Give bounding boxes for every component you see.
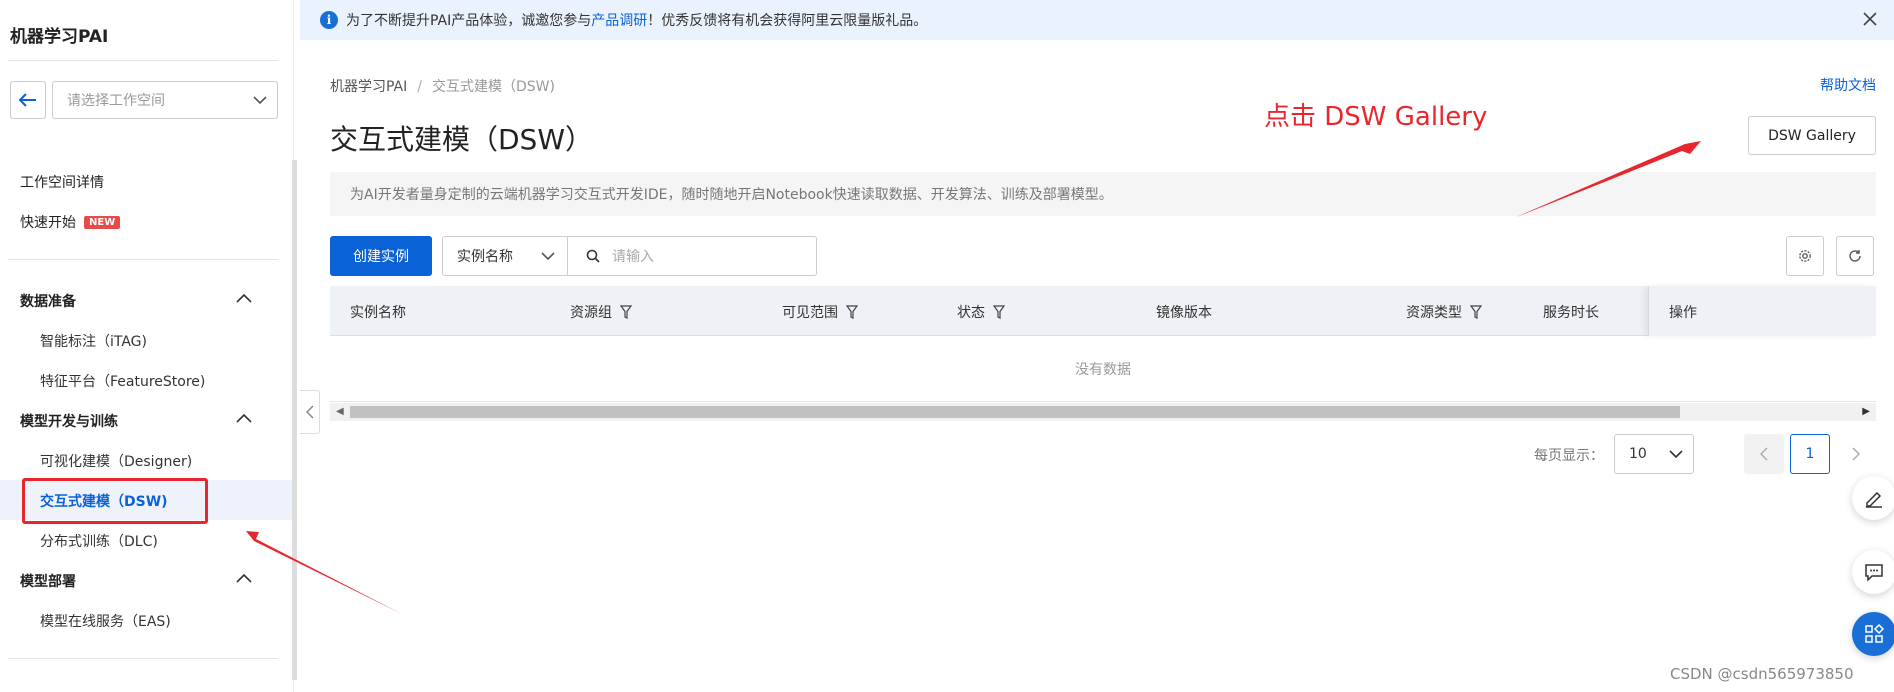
create-instance-button[interactable]: 创建实例: [330, 236, 432, 276]
filter-field-value: 实例名称: [457, 249, 513, 265]
page-title: 交互式建模（DSW）: [330, 123, 594, 156]
column-header-visibility[interactable]: 可见范围: [782, 302, 858, 322]
column-header-actions: 操作: [1669, 302, 1697, 322]
chevron-right-icon: [1852, 447, 1860, 461]
chat-float-button[interactable]: [1852, 550, 1894, 594]
annotation-text: 点击 DSW Gallery: [1264, 102, 1488, 132]
chevron-down-icon: [253, 96, 267, 104]
workspace-placeholder: 请选择工作空间: [67, 93, 165, 109]
sidebar-title: 机器学习PAI: [10, 27, 109, 47]
dsw-gallery-button[interactable]: DSW Gallery: [1748, 116, 1876, 155]
sidebar-group-deploy[interactable]: 模型部署: [20, 571, 76, 591]
sidebar-item-workspace-details[interactable]: 工作空间详情: [20, 172, 104, 192]
column-header-resource-group[interactable]: 资源组: [570, 302, 632, 322]
edit-float-button[interactable]: [1852, 476, 1894, 520]
chevron-up-icon[interactable]: [236, 573, 252, 583]
horizontal-scrollbar[interactable]: ◀ ▶: [330, 403, 1876, 421]
search-icon: [586, 249, 600, 263]
table-empty-state: 没有数据: [330, 336, 1876, 402]
column-label: 服务时长: [1543, 305, 1599, 321]
back-button[interactable]: [10, 81, 46, 119]
chevron-left-icon: [1760, 447, 1768, 461]
chevron-up-icon[interactable]: [236, 293, 252, 303]
notice-text-suffix: ！优秀反馈将有机会获得阿里云限量版礼品。: [647, 13, 928, 29]
annotation-highlight-box: [22, 478, 208, 524]
sidebar-group-model-dev[interactable]: 模型开发与训练: [20, 411, 118, 431]
watermark: CSDN @csdn565973850: [1670, 665, 1854, 683]
help-docs-link[interactable]: 帮助文档: [1820, 75, 1876, 95]
sidebar-item-itag[interactable]: 智能标注（iTAG): [40, 331, 147, 351]
apps-icon: [1865, 623, 1885, 643]
column-header-status[interactable]: 状态: [957, 302, 1005, 322]
sidebar-scrollbar[interactable]: [292, 160, 297, 680]
chevron-up-icon[interactable]: [236, 413, 252, 423]
table-settings-button[interactable]: [1786, 236, 1824, 276]
chevron-down-icon: [541, 252, 555, 260]
table-header: 实例名称 资源组 可见范围 状态 镜像版本 资源类型 服务时长 操作: [330, 286, 1876, 336]
column-label: 操作: [1669, 305, 1697, 321]
column-header-duration[interactable]: 服务时长: [1543, 302, 1599, 322]
filter-icon[interactable]: [993, 305, 1005, 319]
sidebar-item-designer[interactable]: 可视化建模（Designer): [40, 451, 192, 471]
refresh-icon: [1849, 250, 1861, 262]
sidebar-item-quick-start[interactable]: 快速开始 NEW: [20, 212, 121, 232]
gear-icon: [1799, 250, 1811, 262]
filter-icon[interactable]: [620, 305, 632, 319]
sidebar-item-label: 快速开始: [20, 215, 76, 231]
scrollbar-thumb[interactable]: [350, 406, 1680, 418]
scroll-left-icon[interactable]: ◀: [336, 406, 344, 417]
info-icon: i: [320, 11, 338, 29]
page-size-select[interactable]: 10: [1614, 434, 1694, 474]
page-size-value: 10: [1629, 446, 1647, 462]
apps-float-button[interactable]: [1852, 612, 1894, 656]
sidebar-item-eas[interactable]: 模型在线服务（EAS): [40, 611, 171, 631]
search-input[interactable]: 请输入: [567, 236, 817, 276]
column-label: 资源组: [570, 305, 612, 321]
column-header-resource-type[interactable]: 资源类型: [1406, 302, 1482, 322]
notice-text: 为了不断提升PAI产品体验，诚邀您参与: [346, 13, 592, 29]
page-description: 为AI开发者量身定制的云端机器学习交互式开发IDE，随时随地开启Notebook…: [330, 172, 1876, 216]
breadcrumb-item[interactable]: 机器学习PAI: [330, 79, 407, 95]
sidebar-collapse-handle[interactable]: [300, 390, 320, 434]
column-header-instance-name[interactable]: 实例名称: [350, 302, 406, 322]
column-label: 状态: [957, 305, 985, 321]
notice-bar: i 为了不断提升PAI产品体验，诚邀您参与 产品调研 ！优秀反馈将有机会获得阿里云限…: [300, 0, 1894, 40]
chevron-left-icon: [305, 405, 314, 419]
pencil-icon: [1866, 491, 1882, 508]
column-label: 实例名称: [350, 305, 406, 321]
survey-link[interactable]: 产品调研: [591, 10, 647, 30]
column-header-image-version[interactable]: 镜像版本: [1156, 302, 1212, 322]
arrow-left-icon: [19, 93, 36, 107]
sidebar-item-featurestore[interactable]: 特征平台（FeatureStore): [40, 371, 205, 391]
divider: [8, 60, 278, 61]
sticky-column-header: 操作: [1648, 286, 1876, 336]
column-label: 可见范围: [782, 305, 838, 321]
prev-page-button[interactable]: [1744, 434, 1784, 474]
filter-field-select[interactable]: 实例名称: [442, 236, 568, 276]
breadcrumb-current: 交互式建模（DSW): [431, 79, 555, 95]
chevron-down-icon: [1669, 450, 1683, 458]
search-placeholder: 请输入: [612, 249, 654, 265]
column-label: 镜像版本: [1156, 305, 1212, 321]
sidebar-item-dlc[interactable]: 分布式训练（DLC): [40, 531, 158, 551]
chat-icon: [1865, 564, 1883, 582]
page-size-label: 每页显示：: [1534, 448, 1604, 464]
sidebar: 机器学习PAI 请选择工作空间 工作空间详情 快速开始 NEW 数据准备 智能标注…: [0, 0, 297, 692]
column-label: 资源类型: [1406, 305, 1462, 321]
page-number-current[interactable]: 1: [1790, 434, 1830, 474]
filter-icon[interactable]: [1470, 305, 1482, 319]
next-page-button[interactable]: [1836, 434, 1876, 474]
divider: [8, 658, 278, 659]
breadcrumb: 机器学习PAI / 交互式建模（DSW): [330, 76, 555, 96]
scroll-right-icon[interactable]: ▶: [1862, 406, 1870, 417]
workspace-select[interactable]: 请选择工作空间: [52, 81, 278, 119]
refresh-button[interactable]: [1836, 236, 1874, 276]
sidebar-group-data-prep[interactable]: 数据准备: [20, 291, 76, 311]
divider: [8, 259, 278, 260]
new-badge: NEW: [84, 216, 121, 229]
filter-icon[interactable]: [846, 305, 858, 319]
breadcrumb-separator: /: [417, 79, 422, 95]
close-icon[interactable]: [1862, 11, 1878, 27]
